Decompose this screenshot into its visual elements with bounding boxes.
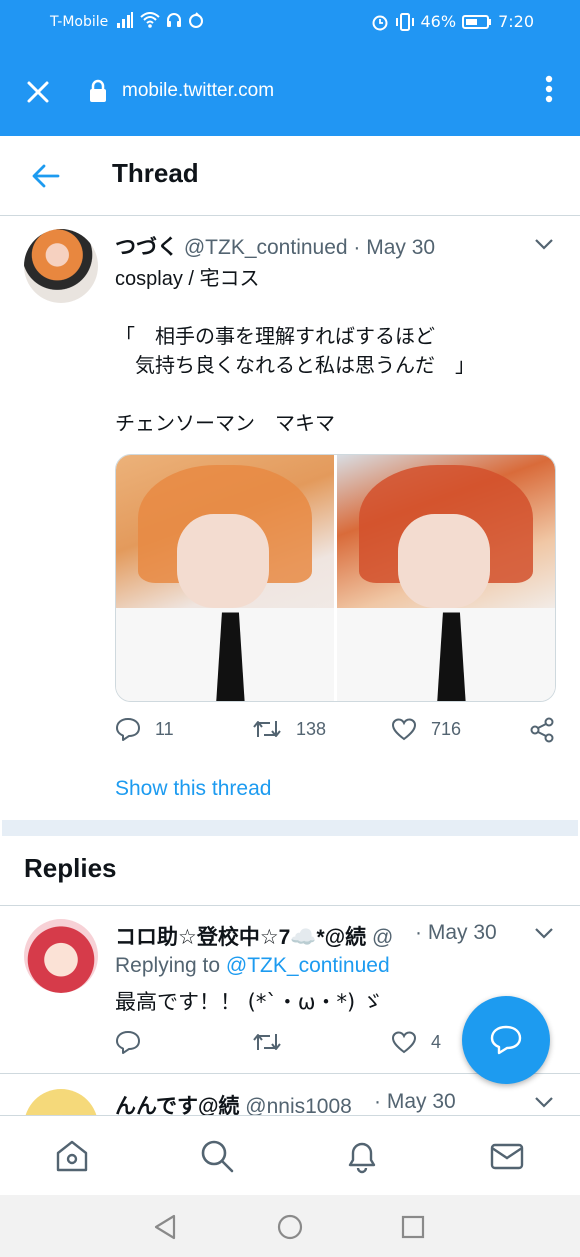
media-image[interactable] (337, 455, 555, 701)
wifi-icon (140, 12, 160, 28)
lock-icon (90, 79, 106, 102)
like-count: 4 (431, 1031, 442, 1052)
reply-button[interactable] (115, 1030, 141, 1054)
battery-icon (462, 14, 492, 29)
retweet-icon (253, 1034, 281, 1050)
like-count: 716 (431, 718, 462, 739)
reply-icon (116, 718, 140, 741)
tweet-actions: 11 138 716 (115, 717, 560, 747)
compose-button[interactable] (462, 996, 550, 1084)
author-handle[interactable]: @ (372, 926, 393, 949)
recents-square-icon[interactable] (400, 1213, 426, 1241)
tweet-date[interactable]: · May 30 (374, 1090, 456, 1114)
author-name[interactable]: つづく (115, 236, 178, 259)
media-image[interactable] (116, 455, 334, 701)
retweet-button[interactable] (252, 1030, 282, 1054)
chevron-down-icon[interactable] (534, 926, 554, 940)
vibrate-icon (395, 12, 414, 31)
compose-reply-icon (490, 1025, 522, 1055)
messages-mail-icon[interactable] (489, 1138, 525, 1174)
overflow-menu-icon[interactable] (544, 74, 554, 104)
status-icons-left (116, 12, 204, 28)
tweet-media[interactable] (115, 454, 556, 702)
chevron-down-icon[interactable] (534, 237, 554, 251)
tweet-text-line: cosplay / 宅コス (115, 268, 260, 290)
replying-prefix: Replying to (115, 954, 226, 977)
heart-icon (391, 718, 417, 741)
avatar[interactable] (24, 1089, 98, 1115)
carrier-label: T-Mobile (50, 14, 109, 30)
retweet-count: 138 (296, 718, 327, 739)
close-icon[interactable] (22, 76, 54, 108)
avatar[interactable] (24, 229, 98, 303)
tweet-date[interactable]: · May 30 (353, 236, 435, 259)
author-handle[interactable]: @nnis1008 (245, 1095, 352, 1115)
page-title: Thread (112, 158, 199, 188)
author-handle[interactable]: @TZK_continued (184, 236, 348, 259)
home-icon[interactable] (54, 1138, 90, 1174)
reply-count: 11 (155, 718, 174, 739)
thread-header: Thread (0, 136, 580, 216)
status-bar: T-Mobile 46% 7:20 (0, 0, 580, 46)
replying-to: Replying to @TZK_continued (115, 954, 390, 978)
home-circle-icon[interactable] (276, 1213, 304, 1241)
like-button[interactable]: 716 (391, 717, 461, 741)
url-field[interactable]: mobile.twitter.com (122, 80, 274, 102)
battery-percent: 46% (420, 12, 457, 31)
alarm-icon (372, 15, 387, 30)
headset-icon (167, 13, 181, 27)
chevron-down-icon[interactable] (534, 1095, 554, 1109)
show-thread-link[interactable]: Show this thread (115, 777, 271, 801)
section-divider (2, 820, 578, 836)
avatar[interactable] (24, 919, 98, 993)
like-button[interactable]: 4 (391, 1030, 441, 1054)
back-triangle-icon[interactable] (152, 1213, 178, 1241)
browser-toolbar: mobile.twitter.com (0, 46, 580, 136)
status-icons-right: 46% 7:20 (371, 12, 534, 31)
author-name[interactable]: んんです@続 (115, 1095, 239, 1115)
retweet-icon (253, 721, 281, 737)
search-icon[interactable] (199, 1138, 235, 1174)
notifications-bell-icon[interactable] (344, 1138, 380, 1174)
system-navigation-bar (0, 1195, 580, 1257)
replies-heading: Replies (24, 853, 117, 883)
tweet-tags: チェンソーマン マキマ (115, 413, 335, 435)
tweet-text: cosplay / 宅コス 「 相手の事を理解すればするほど 気持ち良くなれると… (115, 265, 555, 468)
retweet-button[interactable]: 138 (252, 717, 326, 741)
bottom-navigation (0, 1115, 580, 1195)
reply-icon (116, 1031, 140, 1054)
tweet-date[interactable]: · May 30 (415, 921, 497, 945)
signal-icon (117, 12, 133, 28)
share-button[interactable] (529, 717, 555, 743)
reply-button[interactable]: 11 (115, 717, 174, 741)
tweet-quote: 「 相手の事を理解すればするほど 気持ち良くなれると私は思うんだ 」 (115, 326, 475, 377)
replying-to-link[interactable]: @TZK_continued (226, 954, 390, 977)
tweet-header: つづく @TZK_continued · May 30 (115, 231, 555, 261)
tweet-text: 最高です！！ (*ˋ・ω・*) ゞ (115, 990, 383, 1014)
back-arrow-icon[interactable] (30, 162, 62, 190)
heart-icon (391, 1031, 417, 1054)
clock: 7:20 (498, 12, 534, 31)
share-icon (530, 717, 554, 743)
sync-icon (189, 12, 203, 28)
author-name[interactable]: コロ助☆登校中☆7☁️*@続 (115, 926, 366, 949)
